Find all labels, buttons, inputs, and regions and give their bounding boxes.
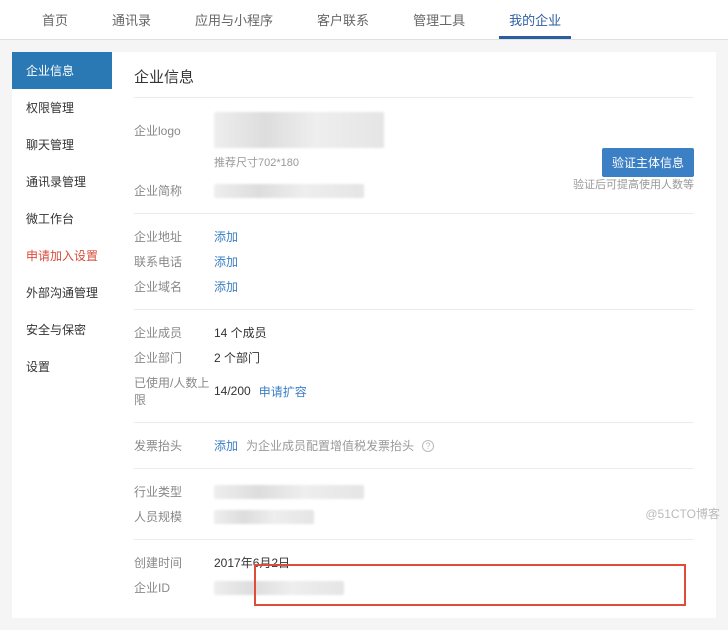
divider <box>134 97 694 98</box>
logo-placeholder <box>214 112 384 148</box>
watermark: @51CTO博客 <box>645 505 720 522</box>
divider <box>134 213 694 214</box>
sidebar-item-contacts-mgmt[interactable]: 通讯录管理 <box>12 163 112 200</box>
divider <box>134 422 694 423</box>
row-scale: 人员规模 <box>134 504 694 529</box>
row-industry: 行业类型 <box>134 479 694 504</box>
label-usage: 已使用/人数上限 <box>134 374 214 408</box>
label-domain: 企业域名 <box>134 278 214 295</box>
label-logo: 企业logo <box>134 122 214 139</box>
sidebar-item-security[interactable]: 安全与保密 <box>12 311 112 348</box>
page-title: 企业信息 <box>134 66 694 87</box>
add-address-link[interactable]: 添加 <box>214 228 238 245</box>
divider <box>134 309 694 310</box>
content-panel: 企业信息 企业logo 推荐尺寸702*180 企业简称 验证主体信息 验证后可… <box>112 52 716 618</box>
industry-value <box>214 485 364 499</box>
sidebar-item-enterprise-info[interactable]: 企业信息 <box>12 52 112 89</box>
verify-hint: 验证后可提高使用人数等 <box>573 176 694 192</box>
label-dept: 企业部门 <box>134 349 214 366</box>
row-domain: 企业域名 添加 <box>134 274 694 299</box>
row-usage: 已使用/人数上限 14/200 申请扩容 <box>134 370 694 412</box>
usage-value: 14/200 <box>214 384 251 398</box>
verify-button[interactable]: 验证主体信息 <box>602 148 694 177</box>
row-created: 创建时间 2017年6月2日 <box>134 550 694 575</box>
label-industry: 行业类型 <box>134 483 214 500</box>
divider <box>134 539 694 540</box>
row-members: 企业成员 14 个成员 <box>134 320 694 345</box>
label-address: 企业地址 <box>134 228 214 245</box>
row-phone: 联系电话 添加 <box>134 249 694 274</box>
label-corpid: 企业ID <box>134 579 214 596</box>
sidebar-item-workbench[interactable]: 微工作台 <box>12 200 112 237</box>
label-scale: 人员规模 <box>134 508 214 525</box>
members-value: 14 个成员 <box>214 324 267 341</box>
row-address: 企业地址 添加 <box>134 224 694 249</box>
nav-contacts[interactable]: 通讯录 <box>90 0 173 39</box>
sidebar-item-chat[interactable]: 聊天管理 <box>12 126 112 163</box>
row-logo: 企业logo <box>134 108 694 152</box>
nav-my-enterprise[interactable]: 我的企业 <box>487 0 583 39</box>
sidebar-item-join-settings[interactable]: 申请加入设置 <box>12 237 112 274</box>
sidebar-item-permissions[interactable]: 权限管理 <box>12 89 112 126</box>
add-domain-link[interactable]: 添加 <box>214 278 238 295</box>
add-invoice-link[interactable]: 添加 <box>214 437 238 454</box>
main-layout: 企业信息 权限管理 聊天管理 通讯录管理 微工作台 申请加入设置 外部沟通管理 … <box>0 40 728 630</box>
sidebar: 企业信息 权限管理 聊天管理 通讯录管理 微工作台 申请加入设置 外部沟通管理 … <box>12 52 112 618</box>
shortname-value <box>214 184 364 198</box>
expand-link[interactable]: 申请扩容 <box>259 383 307 400</box>
created-value: 2017年6月2日 <box>214 554 290 571</box>
nav-tools[interactable]: 管理工具 <box>391 0 487 39</box>
nav-home[interactable]: 首页 <box>20 0 90 39</box>
label-shortname: 企业简称 <box>134 182 214 199</box>
row-corpid: 企业ID <box>134 575 694 600</box>
label-members: 企业成员 <box>134 324 214 341</box>
row-invoice: 发票抬头 添加 为企业成员配置增值税发票抬头 ? <box>134 433 694 458</box>
row-dept: 企业部门 2 个部门 <box>134 345 694 370</box>
label-invoice: 发票抬头 <box>134 437 214 454</box>
label-phone: 联系电话 <box>134 253 214 270</box>
corpid-value <box>214 581 344 595</box>
sidebar-item-settings[interactable]: 设置 <box>12 348 112 385</box>
scale-value <box>214 510 314 524</box>
dept-value: 2 个部门 <box>214 349 260 366</box>
divider <box>134 468 694 469</box>
label-created: 创建时间 <box>134 554 214 571</box>
nav-customer[interactable]: 客户联系 <box>295 0 391 39</box>
invoice-hint: 为企业成员配置增值税发票抬头 <box>246 437 414 454</box>
info-icon[interactable]: ? <box>422 440 434 452</box>
nav-apps[interactable]: 应用与小程序 <box>173 0 295 39</box>
top-nav: 首页 通讯录 应用与小程序 客户联系 管理工具 我的企业 <box>0 0 728 40</box>
add-phone-link[interactable]: 添加 <box>214 253 238 270</box>
sidebar-item-external-comm[interactable]: 外部沟通管理 <box>12 274 112 311</box>
